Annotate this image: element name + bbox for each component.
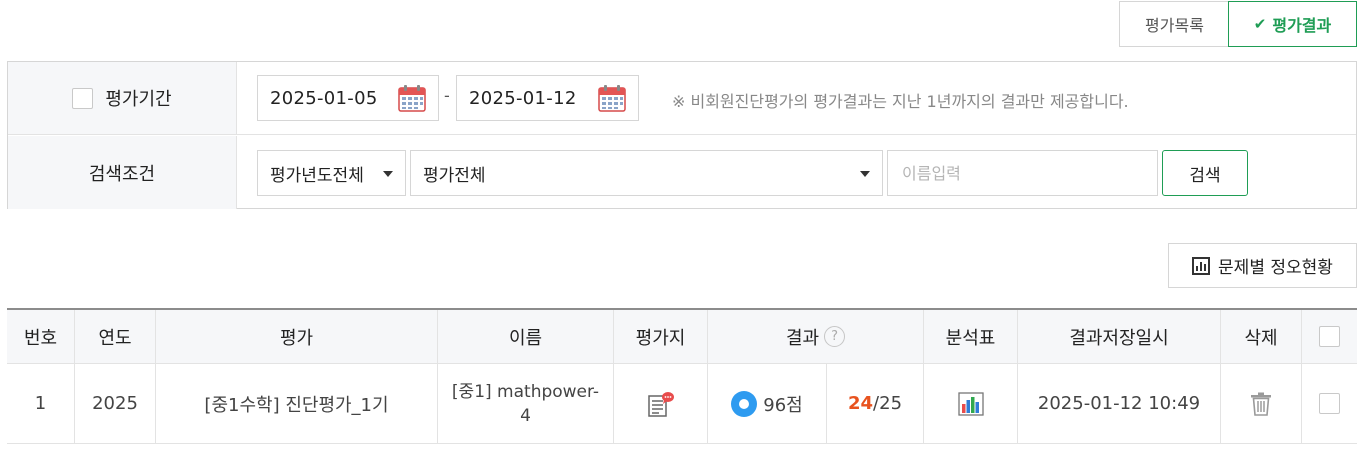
start-date-value: 2025-01-05 — [270, 87, 378, 109]
period-notice: ※ 비회원진단평가의 평가결과는 지난 1년까지의 결과만 제공합니다. — [672, 92, 1129, 111]
conditions-label-cell: 검색조건 — [8, 136, 237, 209]
end-date-value: 2025-01-12 — [469, 87, 577, 109]
row-correct-count-cell: 24/25 — [827, 364, 924, 444]
evaluation-select-value: 평가전체 — [423, 165, 486, 186]
period-checkbox[interactable] — [72, 87, 94, 109]
results-table: 번호 연도 평가 이름 평가지 결과 ? 분석표 결과저장일시 삭제 1 202… — [7, 308, 1357, 444]
row-evaluation: [중1수학] 진단평가_1기 — [156, 364, 438, 444]
search-button[interactable]: 검색 — [1162, 150, 1248, 196]
test-sheet-icon[interactable] — [647, 391, 675, 417]
row-total-count: /25 — [873, 393, 903, 414]
period-row: 평가기간 2025-01-05 - 2025-01-12 ※ 비회원진단평가의 … — [8, 62, 1356, 135]
row-checkbox[interactable] — [1319, 393, 1340, 414]
header-result-label: 결과 — [785, 327, 820, 349]
row-score: 96점 — [763, 394, 803, 416]
header-result: 결과 ? — [708, 310, 924, 364]
header-year: 연도 — [75, 310, 156, 364]
start-date-field[interactable]: 2025-01-05 — [257, 75, 439, 121]
row-saved-at: 2025-01-12 10:49 — [1018, 364, 1221, 444]
name-search-input[interactable] — [887, 150, 1158, 196]
question-stats-button[interactable]: 문제별 정오현황 — [1168, 243, 1357, 288]
header-name: 이름 — [438, 310, 614, 364]
header-evaluation: 평가 — [156, 310, 438, 364]
end-date-field[interactable]: 2025-01-12 — [456, 75, 639, 121]
table-header-row: 번호 연도 평가 이름 평가지 결과 ? 분석표 결과저장일시 삭제 — [7, 310, 1357, 364]
header-analysis: 분석표 — [924, 310, 1018, 364]
search-panel: 평가기간 2025-01-05 - 2025-01-12 ※ 비회원진단평가의 … — [7, 61, 1357, 209]
row-year: 2025 — [75, 364, 156, 444]
row-name: [중1] mathpower-4 — [438, 364, 614, 444]
period-label: 평가기간 — [105, 89, 172, 110]
trash-icon[interactable] — [1250, 392, 1272, 416]
header-select-all — [1302, 310, 1357, 364]
row-delete-cell — [1221, 364, 1302, 444]
question-stats-label: 문제별 정오현황 — [1218, 258, 1333, 278]
row-correct-count: 24 — [847, 393, 874, 414]
row-test-sheet-cell — [614, 364, 708, 444]
tab-evaluation-result[interactable]: ✔ 평가결과 — [1228, 1, 1357, 47]
caret-down-icon — [383, 171, 393, 177]
check-icon: ✔ — [1253, 15, 1267, 33]
row-analysis-cell — [924, 364, 1018, 444]
help-icon[interactable]: ? — [824, 326, 846, 347]
search-button-label: 검색 — [1189, 165, 1221, 186]
header-test-sheet: 평가지 — [614, 310, 708, 364]
conditions-label: 검색조건 — [88, 163, 156, 185]
header-delete: 삭제 — [1221, 310, 1302, 364]
caret-down-icon — [860, 171, 870, 177]
tab-evaluation-list[interactable]: 평가목록 — [1119, 1, 1229, 47]
evaluation-select[interactable]: 평가전체 — [410, 150, 883, 196]
year-select[interactable]: 평가년도전체 — [257, 150, 406, 196]
select-all-checkbox[interactable] — [1319, 326, 1340, 347]
calendar-icon[interactable] — [598, 85, 626, 112]
tab-evaluation-list-label: 평가목록 — [1145, 16, 1204, 35]
table-row: 1 2025 [중1수학] 진단평가_1기 [중1] mathpower-4 9… — [7, 364, 1357, 444]
row-select-cell — [1302, 364, 1357, 444]
header-saved-at: 결과저장일시 — [1018, 310, 1221, 364]
date-separator: - — [444, 86, 450, 105]
conditions-row: 검색조건 평가년도전체 평가전체 검색 — [8, 136, 1356, 209]
period-label-cell: 평가기간 — [8, 62, 237, 134]
header-no: 번호 — [7, 310, 75, 364]
analysis-chart-icon[interactable] — [957, 391, 984, 416]
tab-evaluation-result-label: 평가결과 — [1272, 16, 1332, 35]
calendar-icon[interactable] — [398, 85, 426, 112]
row-no: 1 — [7, 364, 75, 444]
bar-chart-icon — [1192, 256, 1211, 275]
score-radio[interactable] — [731, 390, 758, 417]
row-score-cell: 96점 — [708, 364, 827, 444]
year-select-value: 평가년도전체 — [270, 165, 364, 186]
